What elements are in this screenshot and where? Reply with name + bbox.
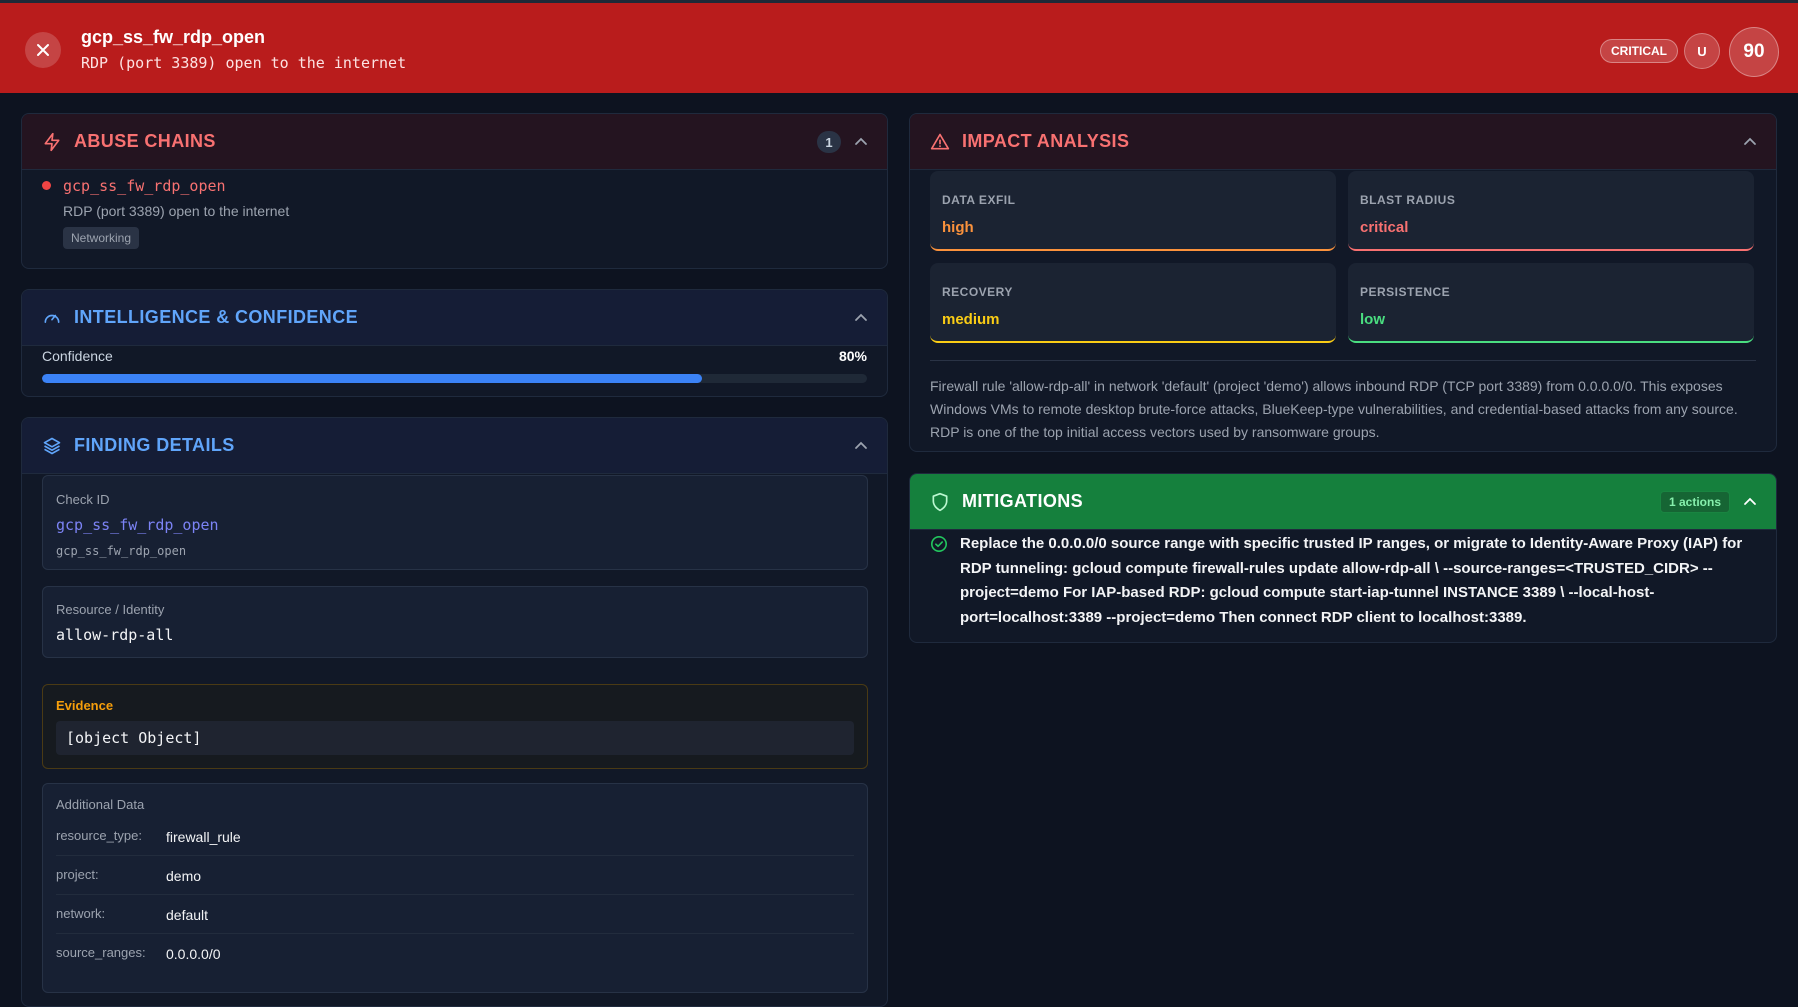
additional-data-key: network: [56, 906, 106, 921]
close-icon [37, 44, 49, 56]
check-id-card: Check ID gcp_ss_fw_rdp_open gcp_ss_fw_rd… [42, 475, 868, 570]
additional-data-row: source_ranges: 0.0.0.0/0 [56, 935, 854, 973]
impact-label: RECOVERY [942, 285, 1013, 299]
additional-data-card: Additional Data resource_type: firewall_… [42, 783, 868, 993]
chevron-up-icon[interactable] [853, 134, 869, 150]
impact-card-blast-radius: BLAST RADIUS critical [1348, 171, 1754, 251]
chain-status-dot [42, 181, 51, 190]
additional-data-value: default [166, 907, 209, 923]
abuse-chains-header[interactable]: ABUSE CHAINS 1 [22, 114, 887, 170]
additional-data-key: resource_type: [56, 828, 142, 843]
user-avatar[interactable]: U [1684, 33, 1720, 69]
chain-description: RDP (port 3389) open to the internet [63, 203, 290, 219]
confidence-label: Confidence [42, 348, 113, 364]
impact-card-persistence: PERSISTENCE low [1348, 263, 1754, 343]
impact-value: low [1360, 311, 1385, 328]
chevron-up-icon[interactable] [1742, 494, 1758, 510]
evidence-label: Evidence [56, 698, 114, 713]
mitigations-panel: MITIGATIONS 1 actions Replace the 0.0.0.… [909, 473, 1777, 643]
impact-analysis-header[interactable]: IMPACT ANALYSIS [910, 114, 1776, 170]
resource-card: Resource / Identity allow-rdp-all [42, 586, 868, 658]
close-button[interactable] [25, 32, 61, 68]
mitigations-count-badge: 1 actions [1659, 491, 1730, 513]
finding-details-panel: FINDING DETAILS Check ID gcp_ss_fw_rdp_o… [21, 417, 888, 1007]
abuse-chains-panel: ABUSE CHAINS 1 gcp_ss_fw_rdp_open RDP (p… [21, 113, 888, 269]
lightning-icon [44, 132, 60, 151]
severity-badge: CRITICAL [1600, 39, 1678, 63]
impact-value: critical [1360, 219, 1409, 236]
mitigations-header[interactable]: MITIGATIONS 1 actions [910, 474, 1776, 530]
mitigations-title: MITIGATIONS [962, 491, 1084, 511]
confidence-bar [42, 374, 867, 383]
impact-description: Firewall rule 'allow-rdp-all' in network… [930, 360, 1756, 444]
resource-value: allow-rdp-all [56, 626, 174, 644]
impact-analysis-title: IMPACT ANALYSIS [962, 131, 1130, 151]
intelligence-title: INTELLIGENCE & CONFIDENCE [74, 307, 359, 327]
confidence-value: 80% [838, 348, 867, 364]
evidence-card: Evidence [object Object] [42, 684, 868, 769]
impact-analysis-panel: IMPACT ANALYSIS DATA EXFIL high BLAST RA… [909, 113, 1777, 452]
gauge-icon [44, 314, 60, 323]
additional-data-row: network: default [56, 896, 854, 934]
check-id-label: Check ID [56, 492, 110, 507]
check-id-secondary: gcp_ss_fw_rdp_open [56, 544, 187, 558]
finding-header: gcp_ss_fw_rdp_open RDP (port 3389) open … [0, 0, 1798, 93]
additional-data-value: 0.0.0.0/0 [166, 946, 221, 962]
resource-label: Resource / Identity [56, 602, 165, 617]
mitigation-item: Replace the 0.0.0.0/0 source range with … [960, 535, 1743, 626]
chevron-up-icon[interactable] [1742, 134, 1758, 150]
impact-card-data-exfil: DATA EXFIL high [930, 171, 1336, 251]
chevron-up-icon[interactable] [853, 310, 869, 326]
evidence-value: [object Object] [56, 721, 854, 755]
additional-data-value: firewall_rule [166, 829, 241, 845]
finding-details-header[interactable]: FINDING DETAILS [22, 418, 887, 474]
intelligence-header[interactable]: INTELLIGENCE & CONFIDENCE [22, 290, 887, 346]
impact-card-recovery: RECOVERY medium [930, 263, 1336, 343]
page-subtitle: RDP (port 3389) open to the internet [81, 54, 407, 72]
check-id-value[interactable]: gcp_ss_fw_rdp_open [56, 516, 219, 534]
shield-icon [932, 492, 948, 511]
additional-data-key: source_ranges: [56, 945, 146, 960]
additional-data-label: Additional Data [56, 797, 145, 812]
abuse-chains-title: ABUSE CHAINS [74, 131, 216, 151]
additional-data-row: resource_type: firewall_rule [56, 818, 854, 856]
intelligence-panel: INTELLIGENCE & CONFIDENCE Confidence 80% [21, 289, 888, 397]
risk-score-badge: 90 [1729, 27, 1779, 77]
layers-icon [43, 437, 61, 454]
impact-value: high [942, 219, 974, 236]
additional-data-row: project: demo [56, 857, 854, 895]
chain-category-tag: Networking [63, 227, 140, 249]
impact-value: medium [942, 311, 1000, 328]
page-title: gcp_ss_fw_rdp_open [81, 27, 266, 47]
abuse-chains-count: 1 [817, 131, 841, 153]
impact-label: BLAST RADIUS [1360, 193, 1456, 207]
chevron-up-icon[interactable] [853, 438, 869, 454]
additional-data-key: project: [56, 867, 99, 882]
impact-label: PERSISTENCE [1360, 285, 1451, 299]
chain-name[interactable]: gcp_ss_fw_rdp_open [63, 177, 226, 195]
warning-triangle-icon [930, 133, 950, 149]
check-circle-icon [930, 535, 948, 553]
finding-details-title: FINDING DETAILS [74, 435, 235, 455]
impact-label: DATA EXFIL [942, 193, 1016, 207]
additional-data-value: demo [166, 868, 202, 884]
confidence-bar-fill [42, 374, 702, 383]
